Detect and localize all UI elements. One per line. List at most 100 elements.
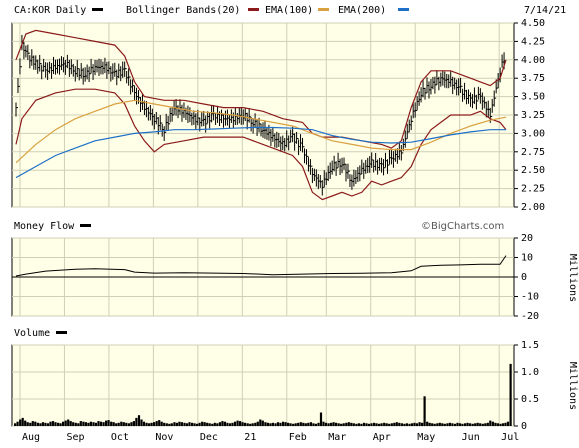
money-flow-swatch xyxy=(80,224,91,227)
volume-bar xyxy=(77,423,80,426)
volume-bar xyxy=(241,422,244,426)
volume-bar xyxy=(443,423,446,426)
volume-bar xyxy=(201,421,204,426)
volume-bar xyxy=(484,423,487,426)
volume-bar xyxy=(458,423,462,426)
volume-bar xyxy=(307,422,310,426)
volume-bar xyxy=(421,422,424,426)
volume-bar xyxy=(142,421,146,426)
money-flow-tick-label: 10 xyxy=(521,253,533,264)
volume-bar xyxy=(324,422,328,426)
volume-bar xyxy=(170,423,173,426)
volume-bar xyxy=(130,422,133,426)
volume-bar xyxy=(380,423,383,426)
volume-bar xyxy=(102,422,105,426)
money-flow-tick-label: -20 xyxy=(521,311,539,322)
stock-chart: CA:KOR Daily Bollinger Bands(20) EMA(100… xyxy=(0,0,579,444)
volume-bar xyxy=(69,421,72,426)
volume-bar xyxy=(21,417,24,426)
volume-bar xyxy=(226,422,229,426)
volume-bar xyxy=(99,421,103,426)
volume-bar xyxy=(332,422,335,426)
volume-bar xyxy=(345,422,348,426)
volume-bar xyxy=(322,421,325,426)
volume-bar xyxy=(340,423,343,426)
volume-bar xyxy=(451,423,454,426)
volume-bar xyxy=(97,421,100,426)
volume-bar xyxy=(496,423,499,426)
x-tick-label: 21 xyxy=(244,432,256,443)
volume-bar xyxy=(112,422,115,426)
volume-bar xyxy=(175,422,178,426)
volume-bar xyxy=(14,423,17,426)
volume-bar xyxy=(302,422,305,426)
volume-bar xyxy=(466,422,469,426)
volume-bar xyxy=(94,422,98,426)
x-tick-label: Oct xyxy=(111,432,129,443)
x-axis-labels: Aug Sep Oct Nov Dec 21 Feb Mar Apr May Jun Jul xyxy=(22,432,519,443)
volume-bar xyxy=(413,422,416,426)
volume-bar xyxy=(196,423,199,426)
legend-bollinger-label: Bollinger Bands(20) xyxy=(126,5,240,16)
volume-bar xyxy=(67,419,70,426)
volume-bar xyxy=(57,422,60,426)
volume-bar xyxy=(110,421,113,426)
volume-bar xyxy=(403,423,406,426)
volume-bar xyxy=(208,423,211,426)
volume-bar xyxy=(46,423,50,426)
price-tick-label: 4.50 xyxy=(521,18,545,29)
volume-bar xyxy=(289,423,292,426)
volume-bar xyxy=(373,422,376,426)
volume-bar xyxy=(41,422,44,426)
volume-bar xyxy=(216,423,219,426)
volume-bar xyxy=(446,423,449,426)
x-tick-label: Jul xyxy=(501,432,519,443)
volume-bar xyxy=(474,423,477,426)
volume-bar xyxy=(438,422,441,426)
volume-bar xyxy=(191,422,194,426)
volume-bar xyxy=(264,422,267,426)
volume-bar xyxy=(431,423,434,426)
money-flow-tick-label: 20 xyxy=(521,233,533,244)
volume-bar xyxy=(29,422,32,426)
volume-bar xyxy=(228,423,232,426)
volume-bar xyxy=(453,423,457,426)
chart-svg: CA:KOR Daily Bollinger Bands(20) EMA(100… xyxy=(11,5,578,443)
volume-bar xyxy=(135,417,138,426)
volume-bar xyxy=(244,422,247,426)
volume-bar xyxy=(251,423,254,426)
legend-ema200-label: EMA(200) xyxy=(338,5,386,16)
volume-bar xyxy=(185,423,189,426)
volume-panel-bg xyxy=(11,344,515,427)
volume-bar xyxy=(426,421,429,426)
volume-bar xyxy=(233,421,237,426)
volume-bar xyxy=(203,422,206,426)
volume-bar xyxy=(218,422,221,426)
date-label: 7/14/21 xyxy=(524,5,566,16)
volume-bar xyxy=(370,423,373,426)
volume-bar xyxy=(173,422,176,426)
volume-bar xyxy=(72,422,75,426)
volume-bar xyxy=(319,412,323,426)
x-tick-label: May xyxy=(417,432,435,443)
volume-bar xyxy=(297,422,300,426)
volume-bar xyxy=(183,422,186,426)
volume-bar xyxy=(84,422,87,426)
volume-bar xyxy=(292,423,295,426)
volume-bar xyxy=(274,423,277,426)
volume-bar xyxy=(36,422,39,426)
header: CA:KOR Daily Bollinger Bands(20) EMA(100… xyxy=(14,5,566,16)
volume-bar xyxy=(148,423,151,426)
volume-bar xyxy=(120,421,123,426)
volume-bar xyxy=(385,423,388,426)
volume-bar xyxy=(59,423,62,426)
volume-bar xyxy=(213,422,216,426)
volume-bar xyxy=(34,421,37,426)
volume-bar xyxy=(115,423,118,426)
volume-bar xyxy=(105,420,108,426)
x-tick-label: Jun xyxy=(462,432,480,443)
price-tick-label: 2.00 xyxy=(521,202,545,213)
legend-swatch-ema200 xyxy=(398,8,409,11)
money-flow-tick-label: -10 xyxy=(521,292,539,303)
volume-tick-label: 0.5 xyxy=(521,394,539,405)
